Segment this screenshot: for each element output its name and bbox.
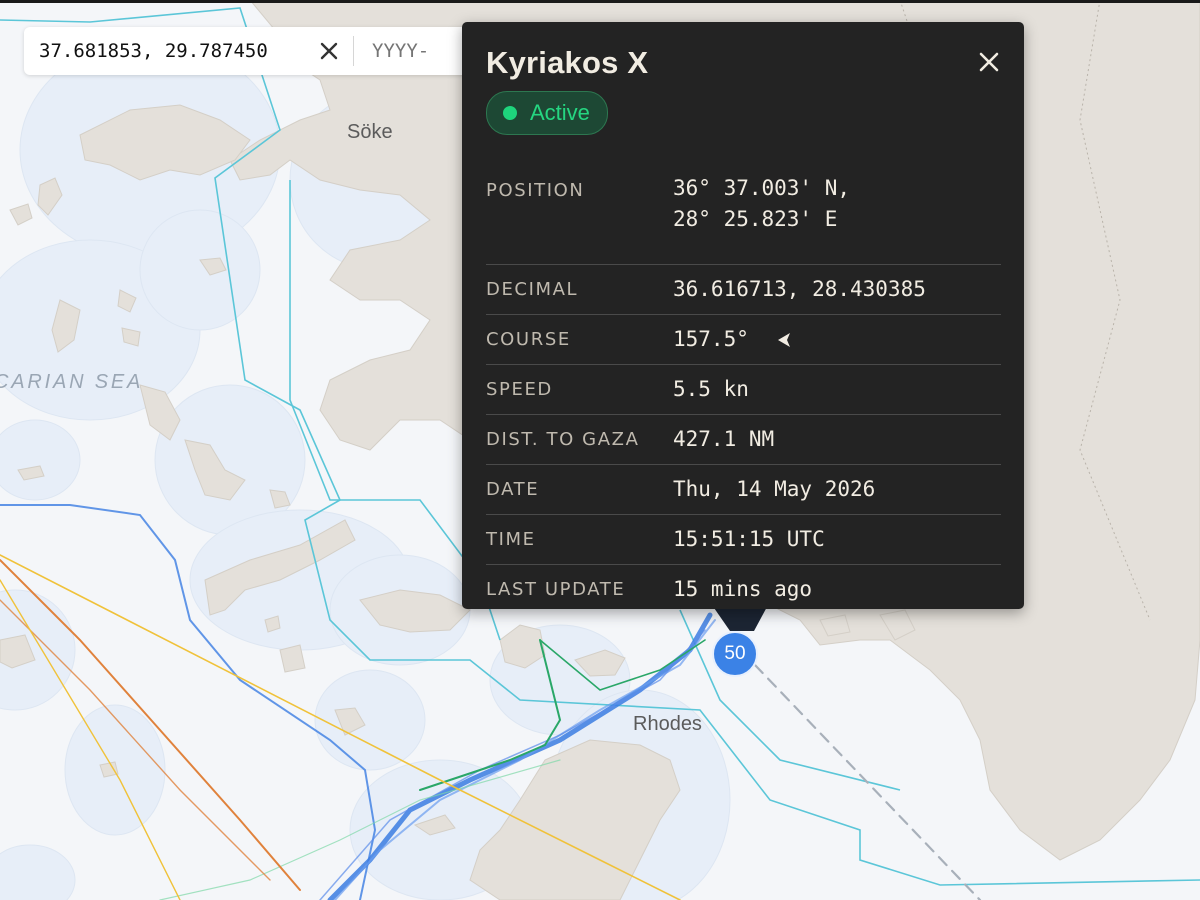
place-label-soke: Söke	[347, 121, 393, 143]
value-speed: 5.5 kn	[673, 377, 749, 401]
cluster-count: 50	[724, 643, 746, 664]
row-last-update: LAST UPDATE 15 mins ago	[486, 565, 1001, 614]
cluster-marker[interactable]: 50	[712, 631, 758, 677]
label-time: TIME	[486, 529, 536, 550]
value-date: Thu, 14 May 2026	[673, 477, 876, 501]
close-icon[interactable]	[974, 47, 1004, 77]
row-decimal: DECIMAL 36.616713, 28.430385	[486, 265, 1001, 315]
value-position-lat: 36° 37.003' N,	[673, 176, 851, 200]
value-dist: 427.1 NM	[673, 427, 775, 451]
value-last-update: 15 mins ago	[673, 577, 813, 601]
status-dot	[503, 106, 517, 120]
search-bar	[24, 27, 495, 75]
course-arrow-icon	[777, 333, 790, 347]
vessel-popup: Kyriakos X Active POSITION 36° 37.003' N…	[462, 22, 1024, 609]
row-position: POSITION 36° 37.003' N, 28° 25.823' E	[486, 168, 1001, 265]
row-speed: SPEED 5.5 kn	[486, 365, 1001, 415]
row-course: COURSE 157.5°	[486, 315, 1001, 365]
value-decimal: 36.616713, 28.430385	[673, 277, 926, 301]
value-course: 157.5°	[673, 327, 749, 351]
value-position-lon: 28° 25.823' E	[673, 207, 838, 231]
row-date: DATE Thu, 14 May 2026	[486, 465, 1001, 515]
status-label: Active	[530, 100, 590, 125]
coordinates-input[interactable]	[24, 39, 316, 63]
row-time: TIME 15:51:15 UTC	[486, 515, 1001, 565]
value-position: 36° 37.003' N, 28° 25.823' E	[673, 173, 1001, 235]
label-course: COURSE	[486, 329, 571, 350]
value-time: 15:51:15 UTC	[673, 527, 825, 551]
label-decimal: DECIMAL	[486, 279, 579, 300]
top-edge	[0, 0, 1200, 3]
sea-label: CARIAN SEA	[0, 371, 144, 393]
label-date: DATE	[486, 479, 540, 500]
close-icon[interactable]	[316, 36, 343, 66]
label-dist: DIST. TO GAZA	[486, 429, 640, 450]
row-dist: DIST. TO GAZA 427.1 NM	[486, 415, 1001, 465]
place-label-rhodes: Rhodes	[633, 713, 702, 735]
vessel-info-table: POSITION 36° 37.003' N, 28° 25.823' E DE…	[486, 168, 1001, 614]
popup-title: Kyriakos X	[486, 45, 649, 80]
divider	[353, 36, 355, 66]
status-badge: Active	[486, 91, 608, 135]
label-speed: SPEED	[486, 379, 553, 400]
label-last-update: LAST UPDATE	[486, 579, 626, 600]
label-position: POSITION	[486, 180, 585, 201]
value-course-wrap: 157.5°	[673, 324, 1001, 355]
